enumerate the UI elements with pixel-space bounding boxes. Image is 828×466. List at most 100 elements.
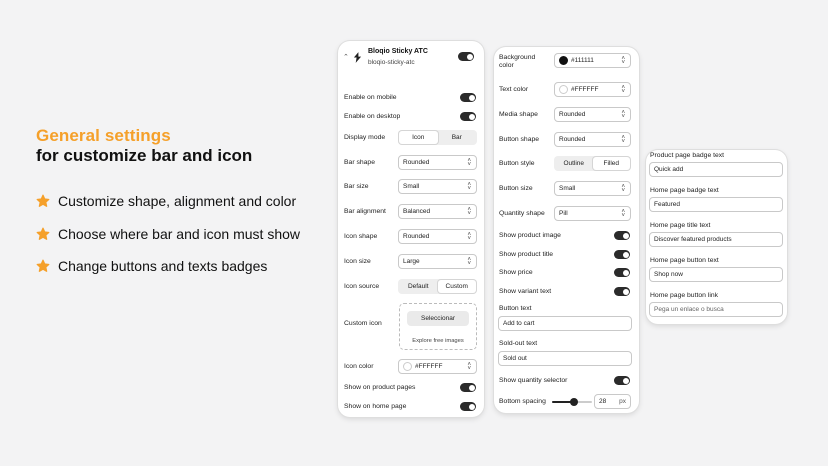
app-enabled-toggle[interactable] <box>458 52 474 61</box>
enable-desktop-toggle[interactable] <box>460 112 476 121</box>
color-swatch[interactable] <box>403 362 412 371</box>
home-badge-value: Featured <box>654 201 681 208</box>
button-text-label: Button text <box>499 305 532 312</box>
home-badge-input[interactable]: Featured <box>649 197 783 212</box>
badge-input[interactable]: Quick add <box>649 162 783 177</box>
show-title-toggle[interactable] <box>614 250 630 259</box>
show-home-toggle[interactable] <box>460 402 476 411</box>
button-size-label: Button size <box>499 185 533 192</box>
feature-item: Choose where bar and icon must show <box>36 226 300 242</box>
bar-shape-select[interactable]: Rounded ˄ ˅ <box>398 155 477 170</box>
button-shape-select[interactable]: Rounded ˄ ˅ <box>554 132 631 147</box>
slider-handle[interactable] <box>570 398 578 406</box>
media-shape-value: Rounded <box>559 111 586 118</box>
chevron-updown-icon: ˄ ˅ <box>467 362 471 372</box>
show-image-toggle[interactable] <box>614 231 630 240</box>
chevron-updown-icon: ˄ ˅ <box>621 110 625 120</box>
unit-suffix: px <box>619 398 626 405</box>
home-link-placeholder: Pega un enlace o busca <box>654 306 724 313</box>
media-shape-select[interactable]: Rounded ˄ ˅ <box>554 107 631 122</box>
soldout-text-value: Sold out <box>503 355 527 362</box>
custom-icon-label: Custom icon <box>344 320 382 327</box>
home-btn-input[interactable]: Shop now <box>649 267 783 282</box>
bar-size-select[interactable]: Small ˄ ˅ <box>398 179 477 194</box>
chevron-updown-icon: ˄ ˅ <box>621 85 625 95</box>
chevron-updown-icon: ˄ ˅ <box>621 184 625 194</box>
button-shape-label: Button shape <box>499 136 540 143</box>
bottom-spacing-input[interactable]: 28 px <box>594 394 631 409</box>
bar-size-value: Small <box>403 183 420 190</box>
button-style-filled-option[interactable]: Filled <box>592 157 630 170</box>
soldout-text-input[interactable]: Sold out <box>498 351 632 366</box>
button-style-outline-option[interactable]: Outline <box>555 157 593 170</box>
bg-color-value: #111111 <box>571 57 594 64</box>
text-color-label: Text color <box>499 86 529 93</box>
icon-size-select[interactable]: Large ˄ ˅ <box>398 254 477 269</box>
app-handle: bloqio-sticky-atc <box>368 59 415 66</box>
show-price-toggle[interactable] <box>614 268 630 277</box>
text-color-value: #FFFFFF <box>571 86 599 93</box>
chevron-updown-icon: ˄ ˅ <box>467 232 471 242</box>
bar-shape-value: Rounded <box>403 159 430 166</box>
color-swatch[interactable] <box>559 56 568 65</box>
color-swatch[interactable] <box>559 85 568 94</box>
feature-text: Change buttons and texts badges <box>58 258 268 274</box>
star-icon <box>36 227 50 240</box>
select-image-button[interactable]: Seleccionar <box>407 311 469 326</box>
button-size-select[interactable]: Small ˄ ˅ <box>554 181 631 196</box>
show-image-label: Show product image <box>499 232 561 239</box>
icon-size-label: Icon size <box>344 258 371 265</box>
button-shape-value: Rounded <box>559 136 586 143</box>
show-qty-toggle[interactable] <box>614 376 630 385</box>
icon-color-picker[interactable]: #FFFFFF ˄ ˅ <box>398 359 477 374</box>
hero-title-accent: General settings <box>36 126 171 145</box>
show-variant-toggle[interactable] <box>614 287 630 296</box>
bg-color-label: Background color <box>499 54 536 69</box>
text-color-picker[interactable]: #FFFFFF ˄ ˅ <box>554 82 631 97</box>
display-mode-label: Display mode <box>344 134 386 141</box>
chevron-updown-icon: ˄ ˅ <box>621 56 625 66</box>
feature-text: Choose where bar and icon must show <box>58 226 301 242</box>
home-link-input[interactable]: Pega un enlace o busca <box>649 302 783 317</box>
icon-shape-select[interactable]: Rounded ˄ ˅ <box>398 229 477 244</box>
feature-item: Change buttons and texts badges <box>36 258 267 274</box>
chevron-updown-icon: ˄ ˅ <box>467 158 471 168</box>
media-shape-label: Media shape <box>499 111 538 118</box>
button-text-input[interactable]: Add to cart <box>498 316 632 331</box>
button-size-value: Small <box>559 185 576 192</box>
icon-source-label: Icon source <box>344 283 380 290</box>
display-mode-icon-option[interactable]: Icon <box>399 131 438 144</box>
home-title-input[interactable]: Discover featured products <box>649 232 783 247</box>
show-qty-label: Show quantity selector <box>499 377 568 384</box>
display-mode-bar-option[interactable]: Bar <box>438 131 477 144</box>
bottom-spacing-slider[interactable] <box>552 398 592 406</box>
home-link-label: Home page button link <box>650 292 719 299</box>
enable-mobile-label: Enable on mobile <box>344 94 397 101</box>
bar-alignment-select[interactable]: Balanced ˄ ˅ <box>398 204 477 219</box>
quantity-shape-select[interactable]: Pill ˄ ˅ <box>554 206 631 221</box>
app-logo-icon <box>353 52 362 63</box>
explore-images-link[interactable]: Explore free images <box>400 338 476 344</box>
icon-shape-label: Icon shape <box>344 233 378 240</box>
chevron-updown-icon: ˄ ˅ <box>467 182 471 192</box>
bar-style-panel: Background color #111111 ˄ ˅ Text color #F… <box>494 47 639 413</box>
home-title-label: Home page title text <box>650 222 711 229</box>
show-price-label: Show price <box>499 269 533 276</box>
feature-item: Customize shape, alignment and color <box>36 193 296 209</box>
general-settings-panel: ⌃ Bloqio Sticky ATC bloqio-sticky-atc En… <box>338 41 484 417</box>
show-product-label: Show on product pages <box>344 384 416 391</box>
app-name: Bloqio Sticky ATC <box>368 48 428 55</box>
display-mode-segment: Icon Bar <box>398 130 477 145</box>
icon-source-default-option[interactable]: Default <box>399 280 438 293</box>
show-product-toggle[interactable] <box>460 383 476 392</box>
custom-icon-dropzone[interactable]: Seleccionar Explore free images <box>399 303 477 350</box>
enable-mobile-toggle[interactable] <box>460 93 476 102</box>
collapse-chevron-icon[interactable]: ⌃ <box>343 53 349 61</box>
icon-source-custom-option[interactable]: Custom <box>437 280 476 293</box>
bottom-spacing-label: Bottom spacing <box>499 398 546 405</box>
icon-color-label: Icon color <box>344 363 374 370</box>
hero-heading: General settings for customize bar and i… <box>36 126 336 166</box>
show-variant-label: Show variant text <box>499 288 552 295</box>
bg-color-picker[interactable]: #111111 ˄ ˅ <box>554 53 631 68</box>
icon-color-value: #FFFFFF <box>415 363 443 370</box>
